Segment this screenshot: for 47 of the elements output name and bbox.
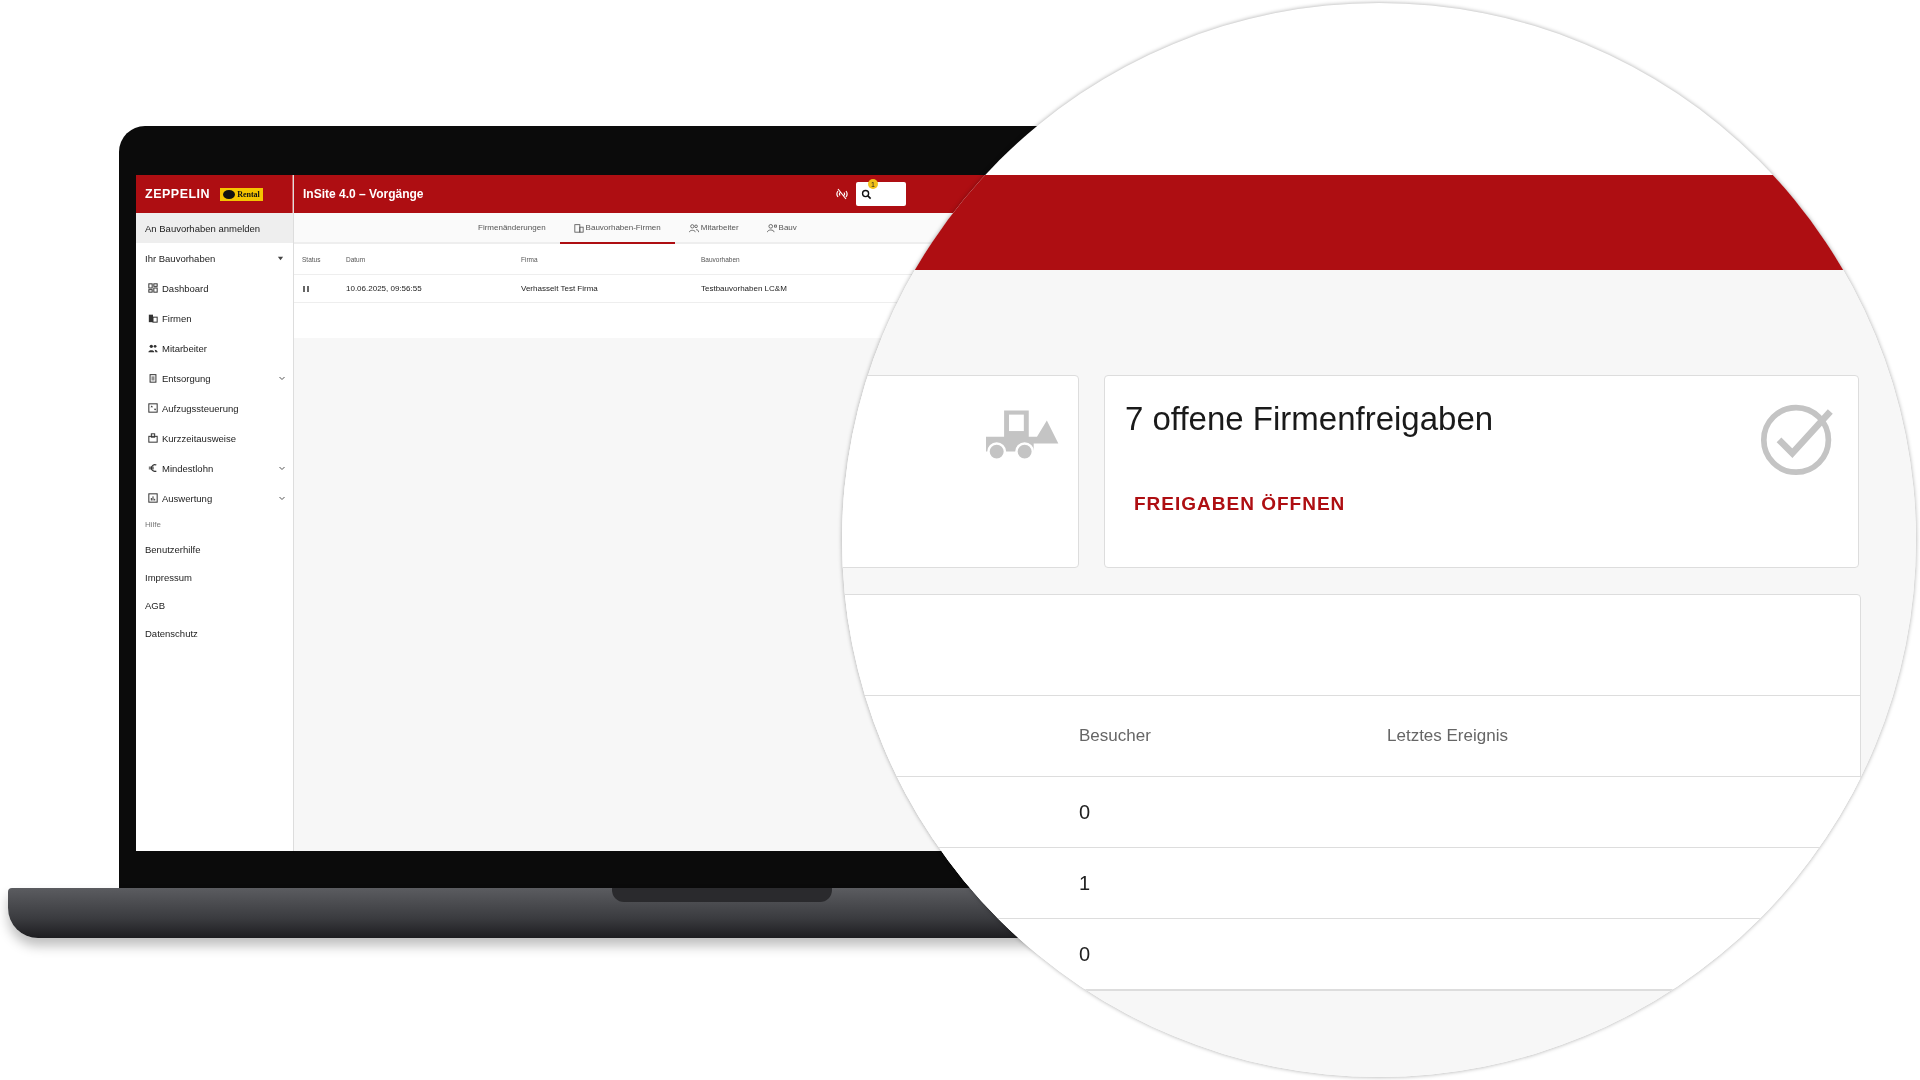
table-cell-text: 0: [1079, 942, 1092, 966]
table-cell-text: Verhasselt Test Firma: [521, 284, 599, 293]
sidebar-group-header[interactable]: Ihr Bauvorhaben: [136, 243, 293, 273]
column-header: Letztes Ereignis: [1387, 726, 1508, 746]
column-header: Besucher: [1079, 726, 1152, 746]
sidebar-link[interactable]: Impressum: [136, 563, 293, 591]
dashboard-icon: [148, 283, 158, 293]
table-cell-text: 10.06.2025, 09:56:55: [346, 284, 423, 293]
euro-icon: [148, 463, 158, 473]
sidebar-item[interactable]: Aufzugssteuerung: [136, 393, 293, 423]
panel-icon: [148, 403, 158, 413]
sidebar-item[interactable]: Mitarbeiter: [136, 333, 293, 363]
sidebar-item[interactable]: Kurzzeitausweise: [136, 423, 293, 453]
id-badge-icon: [148, 433, 158, 443]
search-icon: [861, 188, 872, 200]
building-icon: [148, 313, 158, 323]
people-icon: [148, 343, 158, 353]
section-label: Hilfe: [144, 518, 162, 531]
tab[interactable]: Mitarbeiter: [674, 213, 753, 244]
tab[interactable]: Bauv: [752, 213, 811, 244]
sidebar-item[interactable]: Firmen: [136, 303, 293, 333]
no-signal-icon[interactable]: [836, 188, 848, 200]
table-cell-text: 1: [1079, 871, 1092, 895]
caret-icon: [277, 254, 284, 262]
sidebar-item[interactable]: Entsorgung: [136, 363, 293, 393]
sidebar-link[interactable]: Datenschutz: [136, 619, 293, 647]
trash-icon: [148, 373, 158, 383]
person-icon: [766, 222, 777, 233]
table-cell-text: 0: [1079, 800, 1092, 824]
wheel-loader-icon: [986, 410, 1060, 462]
open-approvals-link[interactable]: FREIGABEN ÖFFNEN: [1125, 493, 1494, 515]
logo-icon: [223, 189, 236, 199]
sidebar-item[interactable]: Mindestlohn: [136, 453, 293, 483]
rental-badge: Rental: [220, 187, 263, 201]
tab[interactable]: Firmenänderungen: [464, 213, 560, 244]
logo: ZEPPELIN: [145, 187, 211, 201]
chart-icon: [148, 493, 158, 503]
sidebar-link[interactable]: AGB: [136, 591, 293, 619]
sidebar-item[interactable]: An Bauvorhaben anmelden: [136, 213, 293, 243]
table-cell: Testbauvorhaben LC&M: [701, 284, 787, 293]
sidebar-link[interactable]: Benutzerhilfe: [136, 535, 293, 563]
building-icon: [573, 222, 584, 233]
sidebar-item[interactable]: Dashboard: [136, 273, 293, 303]
sidebar-item[interactable]: Auswertung: [136, 483, 293, 513]
people-icon: [688, 222, 699, 233]
page-title: InSite 4.0 – Vorgänge: [303, 187, 424, 201]
card-title: 7 offene Firmenfreigaben: [1125, 400, 1494, 438]
